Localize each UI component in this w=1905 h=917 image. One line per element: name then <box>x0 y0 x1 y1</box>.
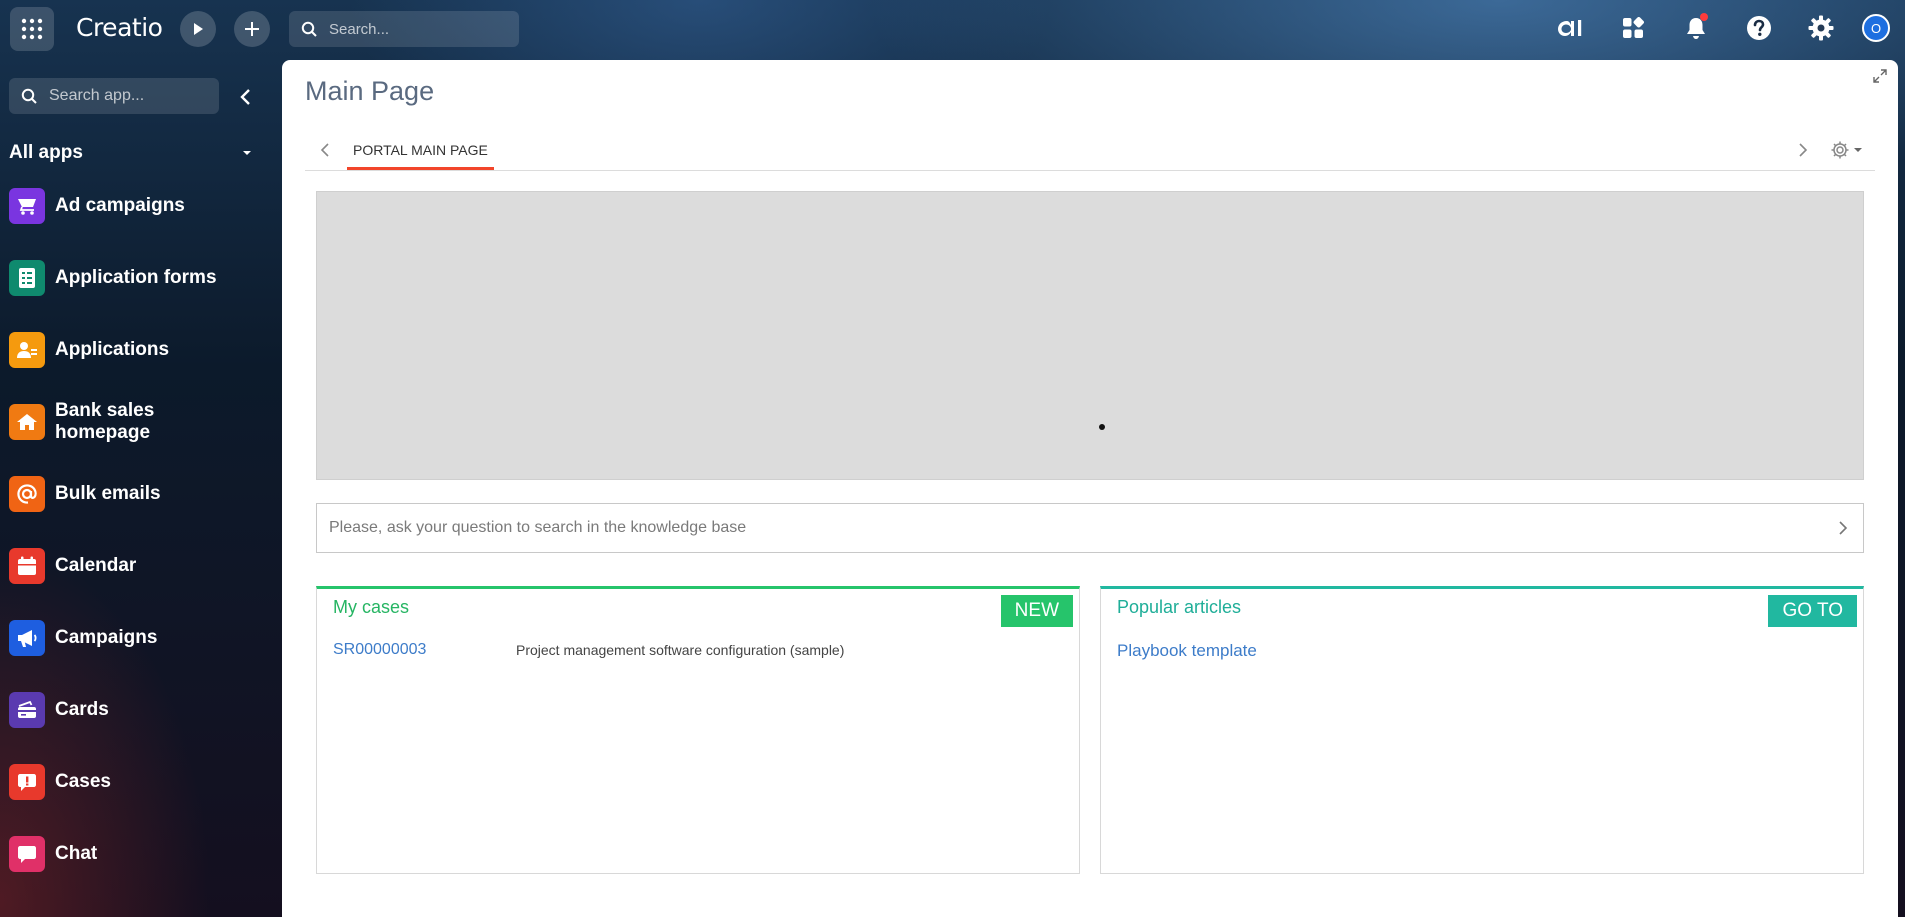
help-button[interactable] <box>1743 12 1775 44</box>
case-number-link[interactable]: SR00000003 <box>333 641 516 659</box>
apps-menu-button[interactable] <box>1617 12 1649 44</box>
sidebar-item-cards[interactable]: Cards <box>9 692 269 728</box>
megaphone-cart-icon <box>9 188 45 224</box>
top-bar: Creatio Search... O <box>0 0 1905 58</box>
new-case-button[interactable]: NEW <box>1000 595 1073 627</box>
global-search[interactable] <box>289 11 519 47</box>
sidebar-item-application-forms[interactable]: Application forms <box>9 260 269 296</box>
loading-dot <box>1099 424 1105 430</box>
sidebar-item-label: Calendar <box>55 555 137 576</box>
my-cases-card: My cases NEW SR00000003 Project manageme… <box>316 586 1080 874</box>
search-icon <box>21 88 37 104</box>
collapse-sidebar-button[interactable] <box>232 84 258 110</box>
tab-settings-button[interactable] <box>1830 140 1866 160</box>
sidebar-item-chat[interactable]: Chat <box>9 836 269 872</box>
creatio-logo[interactable]: Creatio <box>76 13 163 42</box>
sidebar-item-label: Ad campaigns <box>55 195 185 216</box>
grid-icon <box>21 18 43 40</box>
my-cases-title: My cases <box>333 597 410 617</box>
sidebar-item-calendar[interactable]: Calendar <box>9 548 269 584</box>
all-apps-label: All apps <box>9 142 83 163</box>
gear-icon <box>1831 141 1849 159</box>
sidebar-item-applications[interactable]: Applications <box>9 332 269 368</box>
tab-portal-main-page[interactable]: PORTAL MAIN PAGE <box>347 130 494 170</box>
chevron-left-icon <box>240 89 250 105</box>
notification-badge <box>1700 13 1708 21</box>
go-to-articles-button[interactable]: GO TO <box>1768 595 1857 627</box>
sidebar-item-label: Campaigns <box>55 627 158 648</box>
ai-assistant-button[interactable] <box>1554 12 1586 44</box>
chevron-left-icon[interactable] <box>317 142 333 158</box>
caret-down-icon <box>1854 148 1862 152</box>
calendar-icon <box>9 548 45 584</box>
gear-icon <box>1808 15 1834 41</box>
app-launcher-button[interactable] <box>10 7 54 51</box>
chevron-right-icon <box>1839 521 1848 535</box>
person-card-icon <box>9 332 45 368</box>
home-icon <box>9 404 45 440</box>
form-icon <box>9 260 45 296</box>
kb-search-submit-button[interactable] <box>1823 504 1863 552</box>
settings-button[interactable] <box>1805 12 1837 44</box>
user-avatar[interactable]: O <box>1862 14 1890 42</box>
card-icon <box>9 692 45 728</box>
sidebar-item-bulk-emails[interactable]: Bulk emails <box>9 476 269 512</box>
popular-articles-card: Popular articles GO TO Playbook template <box>1100 586 1864 874</box>
table-row[interactable]: SR00000003 Project management software c… <box>333 641 1053 659</box>
expand-icon[interactable] <box>1872 68 1888 84</box>
app-search-input[interactable] <box>47 86 211 106</box>
knowledge-base-search[interactable] <box>316 503 1864 553</box>
search-icon <box>301 21 317 37</box>
sidebar-item-label: Applications <box>55 339 170 360</box>
chat-icon <box>9 836 45 872</box>
sidebar-item-label: Bulk emails <box>55 483 161 504</box>
sidebar: All apps Ad campaigns Application forms … <box>0 58 282 917</box>
sidebar-item-label: Cases <box>55 771 111 792</box>
sidebar-item-label: Application forms <box>55 267 217 288</box>
banner-placeholder <box>316 191 1864 480</box>
plus-icon <box>245 22 259 36</box>
sidebar-item-bank-sales-homepage[interactable]: Bank sales homepage <box>9 400 269 444</box>
tab-bar: PORTAL MAIN PAGE <box>305 130 1875 171</box>
run-process-button[interactable] <box>180 11 216 47</box>
exclamation-icon <box>9 764 45 800</box>
ai-icon <box>1558 20 1582 36</box>
sidebar-item-label: Bank sales homepage <box>55 400 155 443</box>
knowledge-base-search-input[interactable] <box>317 503 1823 553</box>
article-link[interactable]: Playbook template <box>1117 641 1257 661</box>
dashboard-icon <box>1623 17 1644 38</box>
page-title: Main Page <box>305 76 435 106</box>
at-icon <box>9 476 45 512</box>
sidebar-item-label: Chat <box>55 843 98 864</box>
popular-articles-title: Popular articles <box>1117 597 1242 617</box>
main-panel: Main Page PORTAL MAIN PAGE My cases NEW <box>282 60 1898 917</box>
all-apps-dropdown[interactable]: All apps <box>9 138 259 168</box>
sidebar-item-campaigns[interactable]: Campaigns <box>9 620 269 656</box>
sidebar-item-label: Cards <box>55 699 109 720</box>
case-subject: Project management software configuratio… <box>516 642 845 658</box>
play-icon <box>194 23 203 35</box>
megaphone-icon <box>9 620 45 656</box>
sidebar-item-cases[interactable]: Cases <box>9 764 269 800</box>
create-button[interactable] <box>234 11 270 47</box>
global-search-input[interactable] <box>327 19 511 39</box>
app-search[interactable] <box>9 78 219 114</box>
notifications-button[interactable] <box>1680 12 1712 44</box>
help-icon <box>1747 16 1771 40</box>
chevron-right-icon[interactable] <box>1795 142 1811 158</box>
caret-down-icon <box>243 151 251 155</box>
sidebar-item-ad-campaigns[interactable]: Ad campaigns <box>9 188 269 224</box>
